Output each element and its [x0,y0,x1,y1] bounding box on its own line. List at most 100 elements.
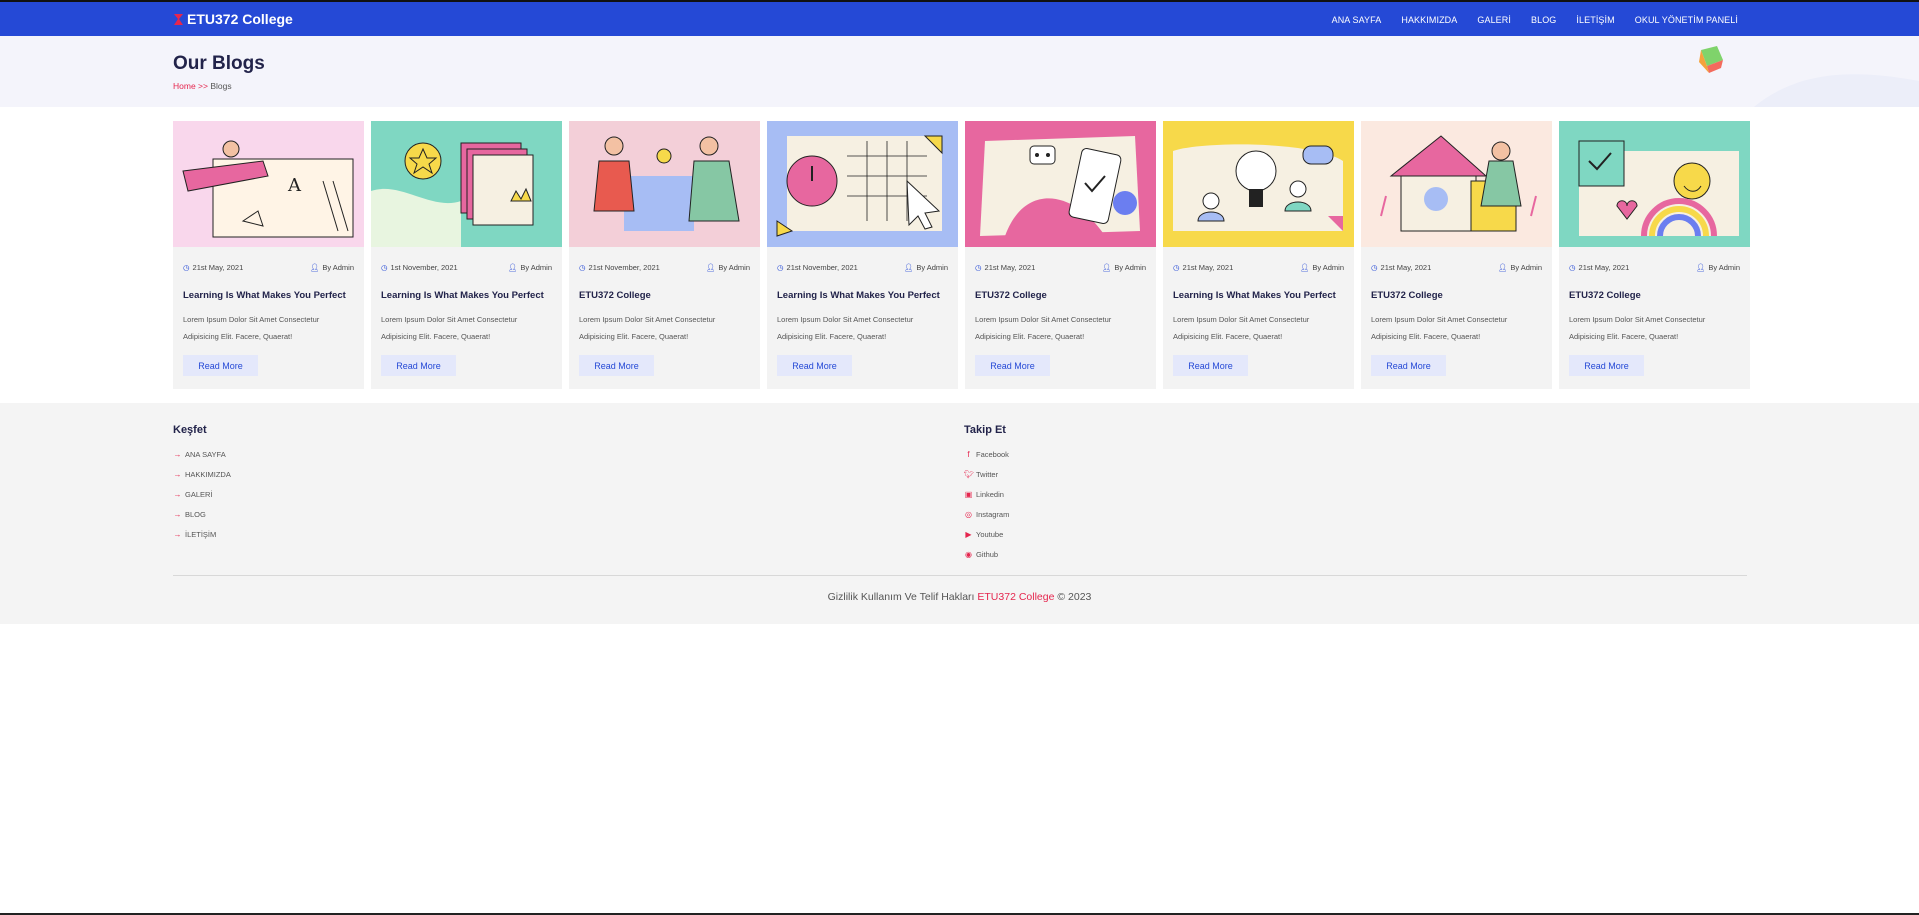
footer-explore-column: Keşfet → ANA SAYFA → HAKKIMIZDA → GALERİ → B… [173,424,231,544]
blog-card: A ◷ 21st May, 2021 👤︎ By Admin Learning Is… [173,121,364,389]
main-nav: ANA SAYFA HAKKIMIZDA GALERİ BLOG İLETİŞİ… [1332,15,1738,25]
nav-item-okul-yonetim-paneli[interactable]: OKUL YÖNETİM PANELİ [1635,15,1738,25]
blog-card: ◷ 21st May, 2021 👤︎ By Admin Learning Is W… [1163,121,1354,389]
footer-link-blog[interactable]: → BLOG [173,504,231,524]
clock-icon: ◷ [1173,263,1180,272]
breadcrumb-home-link[interactable]: Home >> [173,81,208,91]
social-link-instagram[interactable]: ◎ Instagram [964,504,1009,524]
blog-card-image[interactable] [1361,121,1552,247]
people-puzzle-illustration [569,121,760,247]
blog-card-meta: ◷ 21st May, 2021 👤︎ By Admin [1371,263,1542,272]
site-footer: Keşfet → ANA SAYFA → HAKKIMIZDA → GALERİ → B… [0,403,1919,624]
blog-card-date: 21st May, 2021 [192,263,244,272]
graduation-logo-icon [174,13,183,25]
social-link-facebook[interactable]: f Facebook [964,444,1009,464]
blog-card-meta: ◷ 1st November, 2021 👤︎ By Admin [381,263,552,272]
pencil-writing-illustration: A [173,121,364,247]
blog-card-image[interactable] [569,121,760,247]
blog-card-meta: ◷ 21st November, 2021 👤︎ By Admin [579,263,750,272]
top-navbar: ETU372 College ANA SAYFA HAKKIMIZDA GALE… [0,2,1919,36]
blog-card-date: 21st May, 2021 [1380,263,1432,272]
read-more-button[interactable]: Read More [381,355,456,376]
footer-link-label: BLOG [185,509,206,519]
footer-link-hakkimizda[interactable]: → HAKKIMIZDA [173,464,231,484]
blog-card-excerpt: Lorem Ipsum Dolor Sit Amet Consectetur A… [975,315,1112,341]
blog-card-date: 21st November, 2021 [588,263,660,272]
arrow-right-icon: → [173,529,182,539]
read-more-button[interactable]: Read More [1173,355,1248,376]
blog-card-title[interactable]: Learning Is What Makes You Perfect [183,290,358,301]
blog-card-title[interactable]: ETU372 College [1371,290,1546,301]
social-link-youtube[interactable]: ▶ Youtube [964,524,1009,544]
blog-card: ◷ 21st May, 2021 👤︎ By Admin ETU372 Colleg… [1361,121,1552,389]
read-more-button[interactable]: Read More [183,355,258,376]
blog-card-image[interactable] [767,121,958,247]
svg-text:A: A [287,175,302,196]
blog-card-image[interactable] [1559,121,1750,247]
social-link-label: Linkedin [976,489,1004,499]
blog-card-title[interactable]: Learning Is What Makes You Perfect [381,290,556,301]
blog-card-meta: ◷ 21st November, 2021 👤︎ By Admin [777,263,948,272]
hero-wave-decoration [1753,74,1919,107]
blog-card-excerpt: Lorem Ipsum Dolor Sit Amet Consectetur A… [183,315,320,341]
blog-card-excerpt: Lorem Ipsum Dolor Sit Amet Consectetur A… [1173,315,1310,341]
copyright-prefix: Gizlilik Kullanım Ve Telif Hakları [827,591,975,603]
blog-card-title[interactable]: Learning Is What Makes You Perfect [1173,290,1348,301]
social-link-github[interactable]: ◉ Github [964,544,1009,564]
blog-card-image[interactable]: A [173,121,364,247]
clock-icon: ◷ [1569,263,1576,272]
footer-link-ana-sayfa[interactable]: → ANA SAYFA [173,444,231,464]
blog-card: ◷ 21st November, 2021 👤︎ By Admin Learning… [767,121,958,389]
blog-card-author: By Admin [916,263,948,272]
read-more-button[interactable]: Read More [975,355,1050,376]
nav-item-galeri[interactable]: GALERİ [1477,15,1511,25]
blog-card-meta: ◷ 21st May, 2021 👤︎ By Admin [1569,263,1740,272]
blog-card-author: By Admin [520,263,552,272]
footer-link-label: GALERİ [185,489,213,499]
footer-link-iletisim[interactable]: → İLETİŞİM [173,524,231,544]
user-icon: 👤︎ [1101,263,1112,272]
blog-card-meta: ◷ 21st May, 2021 👤︎ By Admin [183,263,354,272]
brand-logo-link[interactable]: ETU372 College [173,11,293,27]
breadcrumb: Home >> Blogs [173,81,232,91]
read-more-button[interactable]: Read More [579,355,654,376]
house-woman-illustration [1361,121,1552,247]
blog-card-title[interactable]: ETU372 College [1569,290,1744,301]
social-link-linkedin[interactable]: ▣ Linkedin [964,484,1009,504]
blog-card-title[interactable]: ETU372 College [975,290,1150,301]
clock-icon: ◷ [777,263,784,272]
read-more-button[interactable]: Read More [1371,355,1446,376]
arrow-right-icon: → [173,489,182,499]
nav-item-ana-sayfa[interactable]: ANA SAYFA [1332,15,1382,25]
nav-item-blog[interactable]: BLOG [1531,15,1556,25]
blog-card-excerpt: Lorem Ipsum Dolor Sit Amet Consectetur A… [579,315,716,341]
blog-card-title[interactable]: ETU372 College [579,290,754,301]
arrow-right-icon: → [173,449,182,459]
blog-card: ◷ 1st November, 2021 👤︎ By Admin Learning … [371,121,562,389]
brand-name: ETU372 College [187,11,293,27]
social-link-label: Instagram [976,509,1010,519]
blog-card-image[interactable] [371,121,562,247]
read-more-button[interactable]: Read More [1569,355,1644,376]
user-icon: 👤︎ [705,263,716,272]
github-icon: ◉ [965,549,972,559]
social-link-twitter[interactable]: 🐦︎ Twitter [964,464,1009,484]
blog-card-title[interactable]: Learning Is What Makes You Perfect [777,290,952,301]
footer-link-galeri[interactable]: → GALERİ [173,484,231,504]
blog-card: ◷ 21st May, 2021 👤︎ By Admin ETU372 Colleg… [965,121,1156,389]
linkedin-icon: ▣ [964,489,973,499]
footer-link-label: İLETİŞİM [185,529,217,539]
read-more-button[interactable]: Read More [777,355,852,376]
blog-card-image[interactable] [1163,121,1354,247]
user-icon: 👤︎ [1497,263,1508,272]
nav-item-iletisim[interactable]: İLETİŞİM [1576,15,1614,25]
blog-card-date: 21st May, 2021 [1182,263,1234,272]
copyright-suffix: © 2023 [1057,591,1092,603]
nav-item-hakkimizda[interactable]: HAKKIMIZDA [1401,15,1457,25]
youtube-icon: ▶ [965,529,972,539]
blog-card-grid: A ◷ 21st May, 2021 👤︎ By Admin Learning Is… [173,121,1750,389]
blog-card-image[interactable] [965,121,1156,247]
copyright-text: Gizlilik Kullanım Ve Telif Hakları ETU37… [0,591,1919,603]
copyright-brand-link[interactable]: ETU372 College [977,591,1054,603]
robot-phone-illustration [965,121,1156,247]
